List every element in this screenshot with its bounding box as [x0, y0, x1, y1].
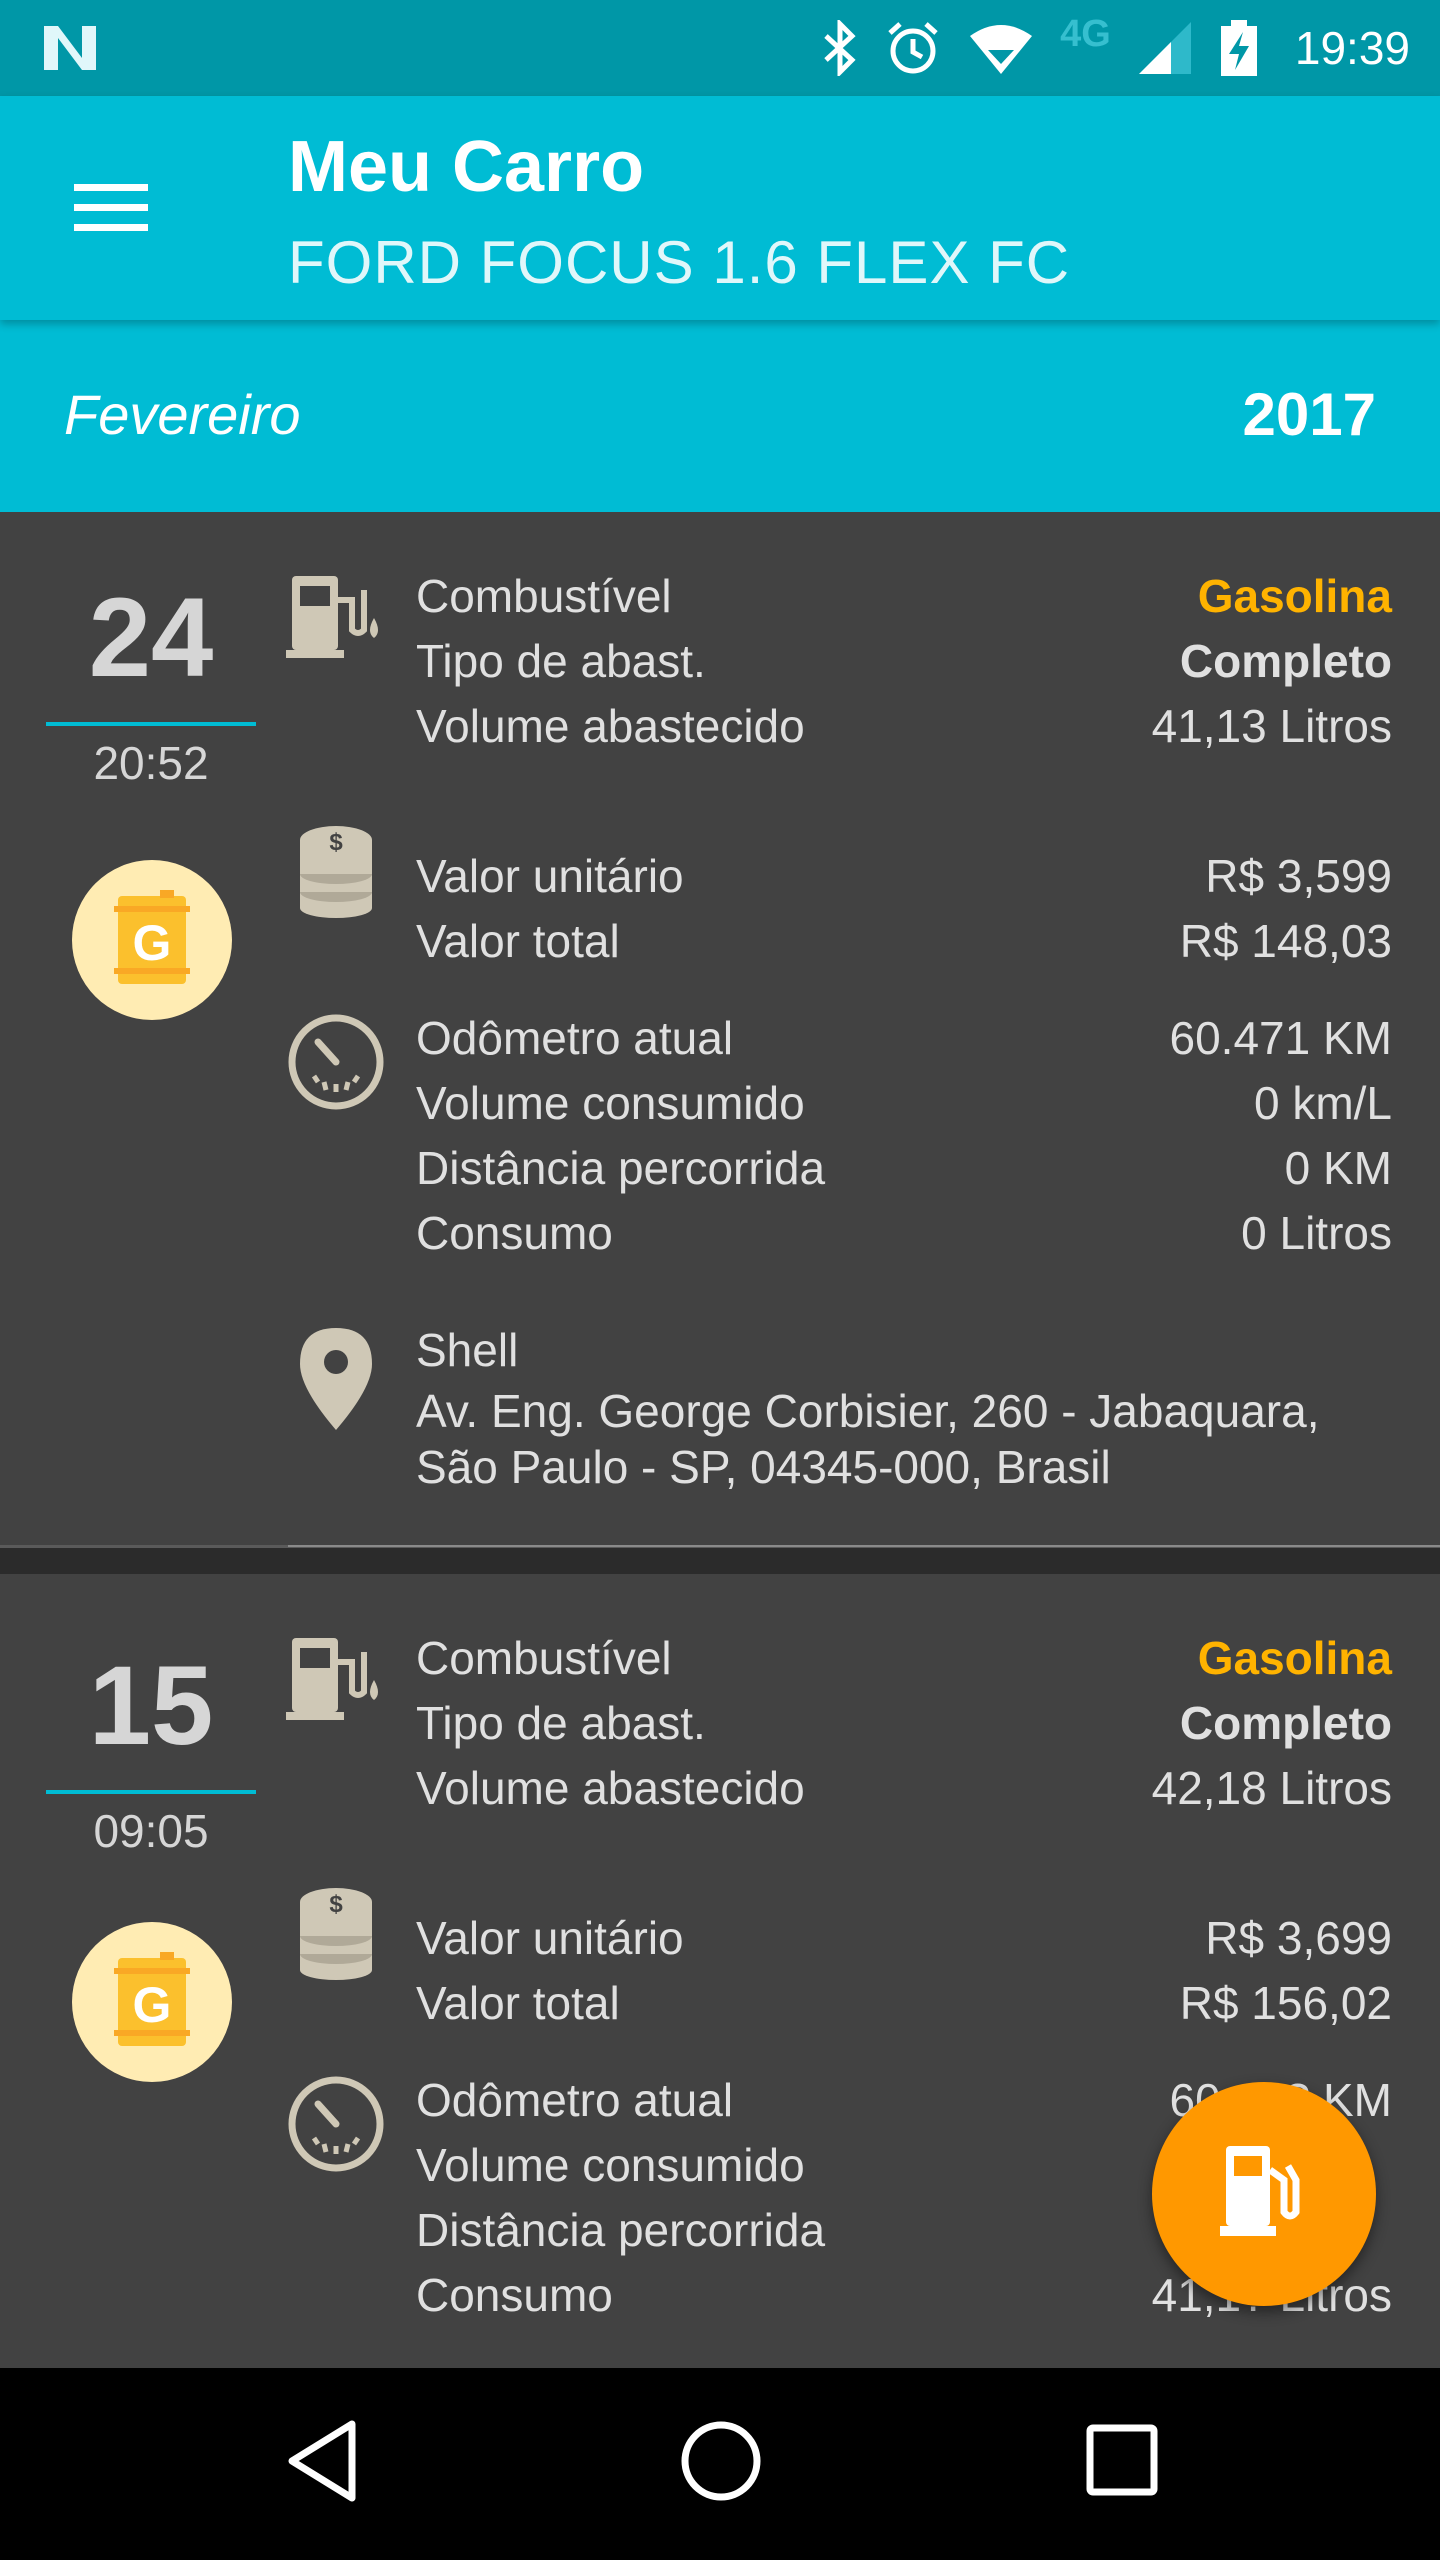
odometer-row: Odômetro atual 60.471 KM — [416, 1012, 1392, 1064]
fuel-row: Volume abastecido 42,18 Litros — [416, 1762, 1392, 1814]
coins-icon: $ — [300, 826, 372, 918]
date-underline — [46, 722, 256, 726]
svg-text:$: $ — [329, 1891, 343, 1918]
odometer-row: Volume consumido 0 km/L — [416, 1077, 1392, 1129]
svg-text:G: G — [133, 915, 172, 971]
odometer-row: Distância percorrida 0 KM — [416, 1142, 1392, 1194]
fuel-row: Tipo de abast. Completo — [416, 635, 1392, 687]
fuel-details: Combustível Gasolina Tipo de abast. Comple… — [416, 1626, 1392, 1821]
entry-day: 24 — [88, 575, 214, 700]
alarm-icon — [888, 22, 938, 74]
entry-time: 20:52 — [93, 737, 209, 789]
battery-charging-icon — [1220, 20, 1257, 76]
coins-icon: $ — [300, 1888, 372, 1980]
entry-day: 15 — [88, 1643, 214, 1768]
entry-date: 24 20:52 — [46, 582, 256, 790]
station-details: Shell Av. Eng. George Corbisier, 260 - J… — [416, 1318, 1392, 1495]
notification-n-icon — [44, 26, 96, 70]
fuel-pump-icon — [286, 1638, 378, 1720]
fuel-row: Tipo de abast. Completo — [416, 1697, 1392, 1749]
entry-date: 15 09:05 — [46, 1650, 256, 1858]
gas-pump-icon — [1220, 2146, 1300, 2236]
hamburger-menu-icon[interactable] — [60, 168, 160, 248]
period-header: Fevereiro 2017 — [0, 320, 1440, 512]
date-underline — [46, 1790, 256, 1794]
svg-text:$: $ — [329, 829, 343, 856]
cost-details: Valor unitário R$ 3,699 Valor total R$ 156… — [416, 1906, 1392, 2036]
speedometer-icon — [288, 1014, 384, 1110]
fuel-entry-card[interactable]: 24 20:52 G Combustível Gasolina Tipo de a… — [0, 512, 1440, 1548]
add-refuel-fab[interactable] — [1152, 2082, 1376, 2306]
odometer-details: Odômetro atual 60.471 KM Volume consumido… — [416, 1006, 1392, 1266]
svg-text:G: G — [133, 1977, 172, 2033]
fuel-pump-icon — [286, 576, 378, 658]
fuel-row: Volume abastecido 41,13 Litros — [416, 700, 1392, 752]
fuel-barrel-g-icon: G — [114, 890, 190, 984]
network-type-label: 4G — [1060, 12, 1111, 55]
station-address-line2: São Paulo - SP, 04345-000, Brasil — [416, 1441, 1111, 1493]
status-bar: 4G 19:39 — [0, 0, 1440, 96]
fuel-row: Combustível Gasolina — [416, 570, 1392, 622]
fuel-type-badge: G — [72, 1922, 232, 2082]
vehicle-subtitle: FORD FOCUS 1.6 FLEX FC — [288, 229, 1071, 296]
bluetooth-icon — [824, 20, 856, 76]
app-bar: Meu Carro FORD FOCUS 1.6 FLEX FC — [0, 96, 1440, 320]
wifi-icon — [970, 25, 1033, 74]
status-time: 19:39 — [1294, 22, 1410, 74]
cost-row: Valor total R$ 156,02 — [416, 1977, 1392, 2029]
speedometer-icon — [288, 2076, 384, 2172]
back-icon[interactable] — [282, 2416, 362, 2506]
home-icon[interactable] — [676, 2416, 766, 2506]
cost-row: Valor unitário R$ 3,699 — [416, 1912, 1392, 1964]
card-divider — [288, 1545, 1440, 1547]
page-title: Meu Carro — [288, 127, 645, 207]
navigation-bar — [0, 2368, 1440, 2560]
signal-icon — [1138, 22, 1191, 74]
station-name: Shell — [416, 1324, 519, 1376]
recents-icon[interactable] — [1084, 2416, 1160, 2506]
fuel-type-badge: G — [72, 860, 232, 1020]
station-address-line1: Av. Eng. George Corbisier, 260 - Jabaqua… — [416, 1385, 1320, 1437]
entry-time: 09:05 — [93, 1805, 209, 1857]
month-label: Fevereiro — [64, 383, 301, 446]
cost-row: Valor unitário R$ 3,599 — [416, 850, 1392, 902]
year-label: 2017 — [1242, 381, 1376, 448]
cost-details: Valor unitário R$ 3,599 Valor total R$ 148… — [416, 844, 1392, 974]
fuel-barrel-g-icon: G — [114, 1952, 190, 2046]
fuel-details: Combustível Gasolina Tipo de abast. Comple… — [416, 564, 1392, 759]
odometer-row: Consumo 0 Litros — [416, 1207, 1392, 1259]
location-pin-icon — [300, 1328, 372, 1430]
fuel-row: Combustível Gasolina — [416, 1632, 1392, 1684]
cost-row: Valor total R$ 148,03 — [416, 915, 1392, 967]
